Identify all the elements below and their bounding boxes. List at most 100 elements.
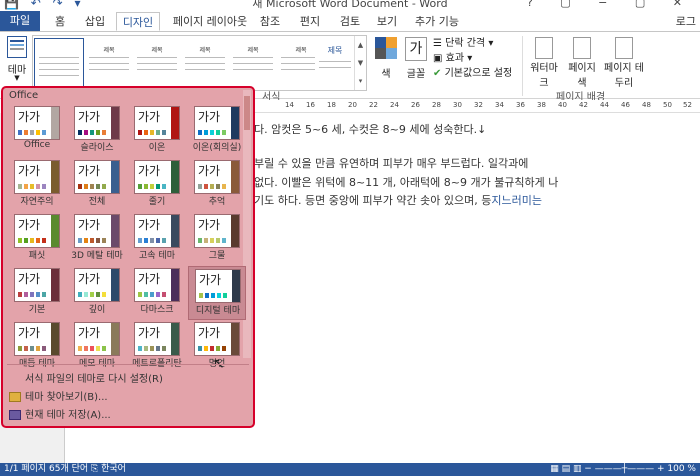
- gallery-scroll[interactable]: ▲ ▼ ▾: [354, 36, 366, 90]
- theme-item[interactable]: 가가 자연주의: [8, 158, 66, 212]
- theme-name: 슬라이스: [80, 143, 114, 153]
- fonts-button[interactable]: 가 글꼴: [402, 35, 430, 91]
- style-set-gallery: 제목 제목 제목 제목 제목 제목 ▲ ▼ ▾: [32, 35, 367, 91]
- style-set-name: 제목: [327, 46, 343, 55]
- status-left: 1/1 페이지 65개 단어 ⎘ 한국어: [4, 464, 126, 474]
- browse-themes-command[interactable]: 테마 찾아보기(B)...: [9, 388, 108, 403]
- theme-preview: 가가: [74, 106, 120, 140]
- theme-accent-strip: [231, 107, 239, 139]
- theme-color-swatch: [222, 130, 226, 135]
- theme-color-swatch: [90, 184, 94, 189]
- theme-item[interactable]: 가가 메모 테마: [68, 320, 126, 374]
- theme-color-swatch: [30, 130, 34, 135]
- theme-item[interactable]: 가가 메트로폴리탄: [128, 320, 186, 374]
- document-line[interactable]: 부릴 수 있을 만큼 유연하며 피부가 매우 부드럽다. 일각과에: [254, 155, 528, 171]
- theme-item[interactable]: 가가 다마스크: [128, 266, 186, 320]
- theme-color-swatch: [18, 238, 22, 243]
- theme-item[interactable]: 가가슬라이스: [68, 104, 126, 158]
- page-borders-button[interactable]: 페이지 테두리: [604, 35, 644, 91]
- theme-color-swatch: [42, 130, 46, 135]
- theme-item[interactable]: 가가 패싯: [8, 212, 66, 266]
- theme-item[interactable]: 가가 Office: [8, 104, 66, 158]
- theme-item[interactable]: 가가 추억: [188, 158, 246, 212]
- theme-accent-strip: [51, 107, 59, 139]
- theme-item[interactable]: 가가 디지털 테마: [188, 266, 246, 320]
- document-line-text: 없다. 이빨은 위턱에 8~11 개, 아래턱에 8~9 개가 불규칙하게 나: [254, 176, 559, 189]
- style-set-item[interactable]: 제목: [133, 39, 181, 87]
- effects-button[interactable]: ▣ 효과 ▾: [433, 51, 521, 66]
- style-set-item[interactable]: 제목: [315, 39, 355, 87]
- document-line[interactable]: 다. 암컷은 5~6 세, 수컷은 8~9 세에 성숙한다.↓: [254, 121, 486, 137]
- tab-page-layout[interactable]: 페이지 레이아웃: [168, 12, 252, 31]
- reset-theme-command[interactable]: 서식 파일의 테마로 다시 설정(R): [25, 370, 163, 385]
- theme-name: Office: [23, 140, 51, 150]
- tab-references[interactable]: 참조: [255, 12, 285, 31]
- theme-item[interactable]: 가가 이온(회의실): [188, 104, 246, 158]
- style-set-item[interactable]: [34, 38, 84, 88]
- set-default-button[interactable]: ✔ 기본값으로 설정: [433, 66, 521, 81]
- style-set-item[interactable]: 제목: [181, 39, 229, 87]
- theme-preview-text: 가가: [78, 164, 101, 178]
- status-right-view-zoom[interactable]: ▦ ▤ ▥ − ———┼——— + 100 %: [550, 463, 696, 476]
- theme-color-swatch: [156, 292, 160, 297]
- theme-item[interactable]: 가가 고속 테마: [128, 212, 186, 266]
- tab-file[interactable]: 파일: [0, 11, 40, 31]
- tab-home[interactable]: 홈: [50, 12, 70, 31]
- ruler-tick: 26: [411, 101, 420, 109]
- tab-mailings[interactable]: 편지: [295, 12, 325, 31]
- theme-name: 다마스크: [140, 305, 174, 315]
- user-account[interactable]: 로그: [676, 13, 696, 29]
- colors-button[interactable]: 색: [372, 35, 400, 91]
- theme-accent-strip: [231, 323, 239, 355]
- document-line[interactable]: 기도 하다. 등면 중앙에 피부가 약간 솟아 있으며, 등지느러미는: [254, 192, 542, 208]
- theme-color-swatch: [18, 130, 22, 135]
- theme-color-swatch: [90, 130, 94, 135]
- watermark-label: 워터마크: [530, 63, 558, 89]
- tab-insert[interactable]: 삽입: [80, 12, 110, 31]
- horizontal-ruler[interactable]: 14 16 18 20 22 24 26 28 30 32 34 36 38 4…: [255, 100, 700, 113]
- style-set-item[interactable]: 제목: [229, 39, 277, 87]
- theme-preview-text: 가가: [199, 273, 222, 287]
- page-color-button[interactable]: 페이지 색: [564, 35, 600, 91]
- tab-review[interactable]: 검토: [335, 12, 365, 31]
- theme-color-swatch: [162, 292, 166, 297]
- theme-name: 줄기: [148, 197, 166, 207]
- save-theme-command[interactable]: 현재 테마 저장(A)...: [9, 406, 111, 421]
- paragraph-spacing-button[interactable]: ☰ 단락 간격 ▾: [433, 36, 521, 51]
- tab-design[interactable]: 디자인: [116, 12, 160, 31]
- theme-name: 자연주의: [20, 197, 54, 207]
- theme-preview-text: 가가: [198, 326, 221, 340]
- theme-color-swatch: [96, 292, 100, 297]
- theme-accent-strip: [111, 269, 119, 301]
- tab-addins[interactable]: 추가 기능: [412, 12, 462, 31]
- theme-color-swatch: [36, 346, 40, 351]
- watermark-button[interactable]: 워터마크: [526, 35, 562, 91]
- themes-button[interactable]: 테마 ▼: [4, 34, 30, 84]
- theme-color-swatch: [156, 346, 160, 351]
- theme-item[interactable]: 가가 깊이: [68, 266, 126, 320]
- theme-item[interactable]: 가가 매듭 테마: [8, 320, 66, 374]
- document-line[interactable]: 없다. 이빨은 위턱에 8~11 개, 아래턱에 8~9 개가 불규칙하게 나: [254, 174, 558, 190]
- theme-preview: 가가: [74, 322, 120, 356]
- themes-dropdown: Office 가가 Office 가가 슬라이스 가가 이온 가가 이온(회의실) 가가 자연주의…: [1, 86, 255, 428]
- theme-color-swatch: [144, 184, 148, 189]
- theme-item[interactable]: 가가 3D 메탈 테마: [68, 212, 126, 266]
- theme-color-swatch: [156, 184, 160, 189]
- theme-color-swatch: [150, 238, 154, 243]
- theme-color-swatch: [78, 238, 82, 243]
- theme-color-swatch: [216, 238, 220, 243]
- theme-item[interactable]: 가가 전체: [68, 158, 126, 212]
- style-set-item[interactable]: 제목: [85, 39, 133, 87]
- theme-color-swatch: [30, 238, 34, 243]
- theme-item[interactable]: 가가 그물: [188, 212, 246, 266]
- theme-color-swatch: [42, 292, 46, 297]
- theme-name: 이온(회의실): [192, 143, 242, 153]
- theme-item[interactable]: 가가 줄기: [128, 158, 186, 212]
- theme-color-swatch: [78, 130, 82, 135]
- tab-view[interactable]: 보기: [372, 12, 402, 31]
- window-controls[interactable]: ? ▢ − ▢ ✕: [527, 0, 694, 9]
- theme-color-swatch: [24, 184, 28, 189]
- theme-item[interactable]: 가가 기본: [8, 266, 66, 320]
- theme-item[interactable]: 가가 이온: [128, 104, 186, 158]
- theme-color-swatch: [42, 238, 46, 243]
